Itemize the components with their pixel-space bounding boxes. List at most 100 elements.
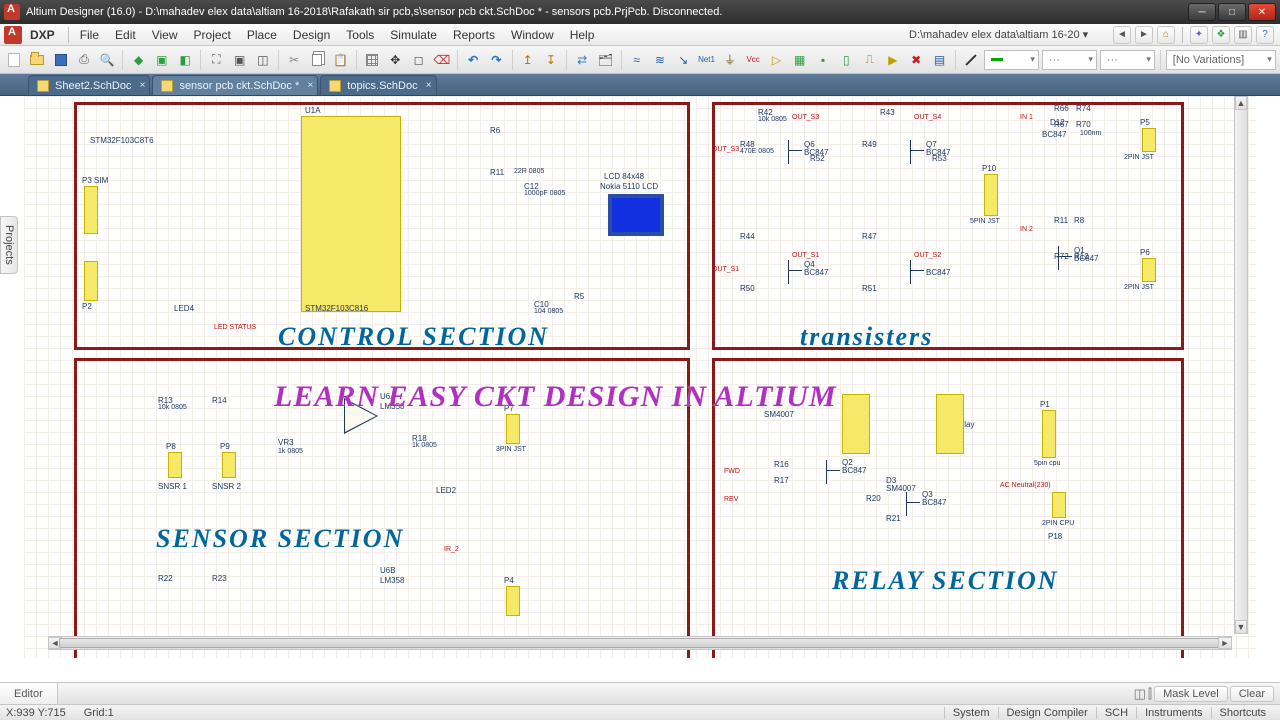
grid-combo[interactable]: ··· xyxy=(1100,50,1155,70)
copy-icon[interactable] xyxy=(307,49,327,71)
menu-design[interactable]: Design xyxy=(285,28,338,42)
help-button[interactable]: ? xyxy=(1256,26,1274,44)
paste-icon[interactable]: 📋 xyxy=(331,49,351,71)
panel-instruments[interactable]: Instruments xyxy=(1136,707,1210,719)
redo-icon[interactable]: ↷ xyxy=(486,49,506,71)
wire-icon[interactable]: ≈ xyxy=(627,49,647,71)
panel-shortcuts[interactable]: Shortcuts xyxy=(1211,707,1274,719)
part-icon[interactable]: ▷ xyxy=(766,49,786,71)
close-icon[interactable]: × xyxy=(426,80,432,91)
clear-icon[interactable]: ⌫ xyxy=(432,49,452,71)
workspace1-icon[interactable]: ◆ xyxy=(128,49,148,71)
zoom-sel-icon[interactable]: ◫ xyxy=(253,49,273,71)
close-button[interactable]: ✕ xyxy=(1248,3,1276,21)
doc-tab-topics[interactable]: topics.SchDoc × xyxy=(320,75,436,95)
close-icon[interactable]: × xyxy=(307,80,313,91)
crossprobe-icon[interactable]: ⇄ xyxy=(572,49,592,71)
browse-icon[interactable]: 🗂 xyxy=(595,49,615,71)
editor-tab[interactable]: Editor xyxy=(0,683,58,704)
cut-icon[interactable]: ✂ xyxy=(284,49,304,71)
menu-reports[interactable]: Reports xyxy=(445,28,503,42)
panel-system[interactable]: System xyxy=(944,707,998,719)
snap-combo[interactable]: ··· xyxy=(1042,50,1097,70)
menu-project[interactable]: Project xyxy=(186,28,239,42)
workspace3-icon[interactable]: ◧ xyxy=(175,49,195,71)
print-icon[interactable]: ⎙ xyxy=(74,49,94,71)
menu-edit[interactable]: Edit xyxy=(107,28,144,42)
nav-home-button[interactable]: ⌂ xyxy=(1157,26,1175,44)
nav-fwd-button[interactable]: ► xyxy=(1135,26,1153,44)
open-icon[interactable] xyxy=(27,49,47,71)
netlabel-icon[interactable]: Net1 xyxy=(696,49,716,71)
overlay-banner: LEARN EASY CKT DESIGN IN ALTIUM xyxy=(274,380,837,414)
noerc-icon[interactable]: ✖ xyxy=(906,49,926,71)
document-tab-strip: Sheet2.SchDoc × sensor pcb ckt.SchDoc * … xyxy=(0,74,1280,96)
draw-line-icon[interactable] xyxy=(961,49,981,71)
menu-place[interactable]: Place xyxy=(239,28,285,42)
vcc-icon[interactable]: Vcc xyxy=(743,49,763,71)
p9-hdr xyxy=(222,452,236,478)
scroll-right-icon[interactable]: ► xyxy=(1218,637,1232,649)
hierarchy-down-icon[interactable]: ↧ xyxy=(541,49,561,71)
horizontal-scrollbar[interactable]: ◄ ► xyxy=(48,636,1232,650)
doc-tab-sheet2[interactable]: Sheet2.SchDoc × xyxy=(28,75,150,95)
maximize-button[interactable]: □ xyxy=(1218,3,1246,21)
bus-icon[interactable]: ≋ xyxy=(650,49,670,71)
close-icon[interactable]: × xyxy=(140,80,146,91)
minimize-button[interactable]: ─ xyxy=(1188,3,1216,21)
preview-icon[interactable]: 🔍 xyxy=(97,49,117,71)
nav-back-button[interactable]: ◄ xyxy=(1113,26,1131,44)
new-icon[interactable] xyxy=(4,49,24,71)
sheet-sym-icon[interactable]: ▦ xyxy=(790,49,810,71)
panel-design-compiler[interactable]: Design Compiler xyxy=(998,707,1096,719)
select-grid-icon[interactable] xyxy=(362,49,382,71)
port-icon[interactable]: ▶ xyxy=(883,49,903,71)
line-style-combo[interactable] xyxy=(984,50,1039,70)
mask-level-button[interactable]: Mask Level xyxy=(1154,686,1228,702)
hierarchy-up-icon[interactable]: ↥ xyxy=(517,49,537,71)
compile-icon[interactable]: ▤ xyxy=(929,49,949,71)
bookmark-button[interactable]: ❖ xyxy=(1212,26,1230,44)
window-title: Altium Designer (16.0) - D:\mahadev elex… xyxy=(26,6,722,18)
scroll-down-icon[interactable]: ▼ xyxy=(1235,620,1247,634)
split2-icon[interactable]: ⫿ xyxy=(1148,686,1152,702)
mcu-part-small: STM32F103C8T6 xyxy=(90,136,154,145)
doc-tab-sensor-pcb[interactable]: sensor pcb ckt.SchDoc * × xyxy=(152,75,318,95)
sheet-entry-icon[interactable]: ▪ xyxy=(813,49,833,71)
menu-file[interactable]: File xyxy=(72,28,107,42)
menu-window[interactable]: Window xyxy=(503,28,562,42)
panel-sch[interactable]: SCH xyxy=(1096,707,1136,719)
menu-view[interactable]: View xyxy=(144,28,186,42)
zoom-fit-icon[interactable]: ⛶ xyxy=(206,49,226,71)
r11-val: 22R 0805 xyxy=(514,168,544,175)
project-path-combo[interactable]: D:\mahadev elex data\altiam 16-20 ▾ xyxy=(909,28,1109,41)
save-icon[interactable] xyxy=(51,49,71,71)
menu-simulate[interactable]: Simulate xyxy=(382,28,445,42)
move-icon[interactable]: ✥ xyxy=(385,49,405,71)
outs1b: OUT_S1 xyxy=(792,252,819,259)
split-icon[interactable]: ◫ xyxy=(1134,686,1146,702)
busentry-icon[interactable]: ↘ xyxy=(673,49,693,71)
gnd-icon[interactable]: ⏚ xyxy=(720,49,740,71)
schematic-canvas[interactable]: CONTROL SECTION U1A STM32F103C816 STM32F… xyxy=(24,96,1256,658)
hscroll-thumb[interactable] xyxy=(59,638,1221,648)
variations-combo[interactable]: [No Variations] xyxy=(1166,50,1276,70)
scroll-up-icon[interactable]: ▲ xyxy=(1235,96,1247,110)
clear-button[interactable]: Clear xyxy=(1230,686,1274,702)
zoom-area-icon[interactable]: ▣ xyxy=(230,49,250,71)
r48-v: 470E 0805 xyxy=(740,148,774,155)
menu-help[interactable]: Help xyxy=(562,28,603,42)
tools-button[interactable]: ▥ xyxy=(1234,26,1252,44)
deselect-icon[interactable]: ◻ xyxy=(408,49,428,71)
p18-type: 2PIN CPU xyxy=(1042,520,1074,527)
favorite-button[interactable]: ✦ xyxy=(1190,26,1208,44)
vertical-scrollbar[interactable]: ▲ ▼ xyxy=(1234,96,1248,634)
menu-tools[interactable]: Tools xyxy=(338,28,382,42)
dxp-menu[interactable]: DXP xyxy=(30,28,55,42)
relay2-body xyxy=(936,394,964,454)
panel-tab-projects[interactable]: Projects xyxy=(0,216,18,274)
workspace2-icon[interactable]: ▣ xyxy=(152,49,172,71)
harness-icon[interactable]: ⎍ xyxy=(859,49,879,71)
undo-icon[interactable]: ↶ xyxy=(463,49,483,71)
device-sheet-icon[interactable]: ▯ xyxy=(836,49,856,71)
